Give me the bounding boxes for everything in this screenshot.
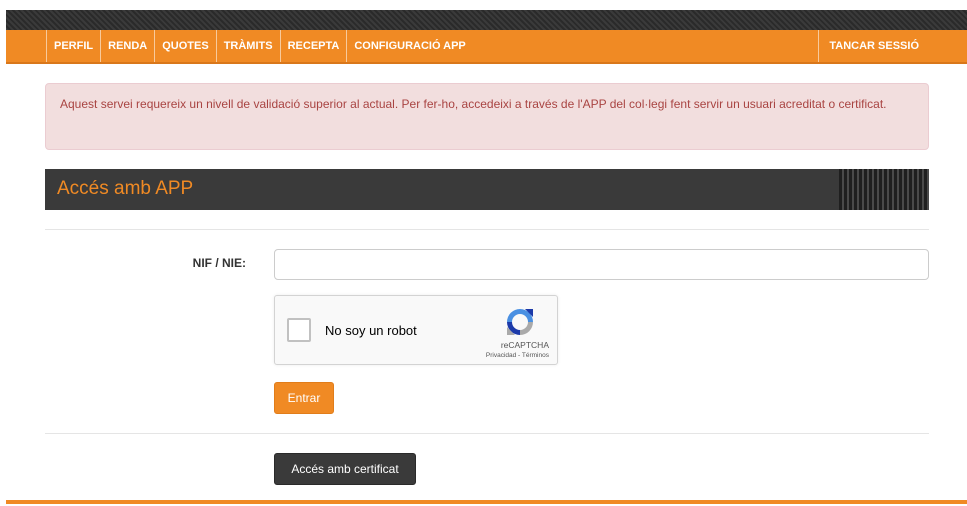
nav-menu: PERFIL RENDA QUOTES TRÀMITS RECEPTA CONF… [46,30,473,62]
divider-top [45,229,929,230]
main-navbar: PERFIL RENDA QUOTES TRÀMITS RECEPTA CONF… [6,30,967,64]
section-header: Accés amb APP [45,169,929,210]
divider-bottom [45,433,929,434]
nav-item-renda[interactable]: RENDA [100,30,154,62]
logout-link[interactable]: TANCAR SESSIÓ [818,30,929,62]
recaptcha-widget: No soy un robot reCAPTCHA Privacidad - T… [274,295,558,365]
nav-item-perfil[interactable]: PERFIL [46,30,100,62]
nif-label: NIF / NIE: [192,256,246,270]
recaptcha-logo-icon [507,309,533,335]
footer-accent-line [6,500,967,504]
nav-item-tramits[interactable]: TRÀMITS [215,30,280,62]
recaptcha-brand: reCAPTCHA [500,340,549,350]
header-stripes-decoration [839,169,929,210]
nav-item-quotes[interactable]: QUOTES [154,30,215,62]
nav-item-recepta[interactable]: RECEPTA [279,30,347,62]
section-title: Accés amb APP [57,178,194,199]
recaptcha-checkbox[interactable] [287,318,311,342]
nav-item-configuracio-app[interactable]: CONFIGURACIÓ APP [346,30,472,62]
entrar-button[interactable]: Entrar [274,382,334,414]
top-decorative-bar [6,10,967,30]
nif-input[interactable] [274,249,929,280]
recaptcha-label: No soy un robot [325,323,417,338]
validation-alert: Aquest servei requereix un nivell de val… [45,83,929,150]
recaptcha-privacy-terms-links[interactable]: Privacidad - Términos [455,352,549,359]
certificate-access-button[interactable]: Accés amb certificat [274,453,416,485]
nav-right: TANCAR SESSIÓ [818,30,929,62]
